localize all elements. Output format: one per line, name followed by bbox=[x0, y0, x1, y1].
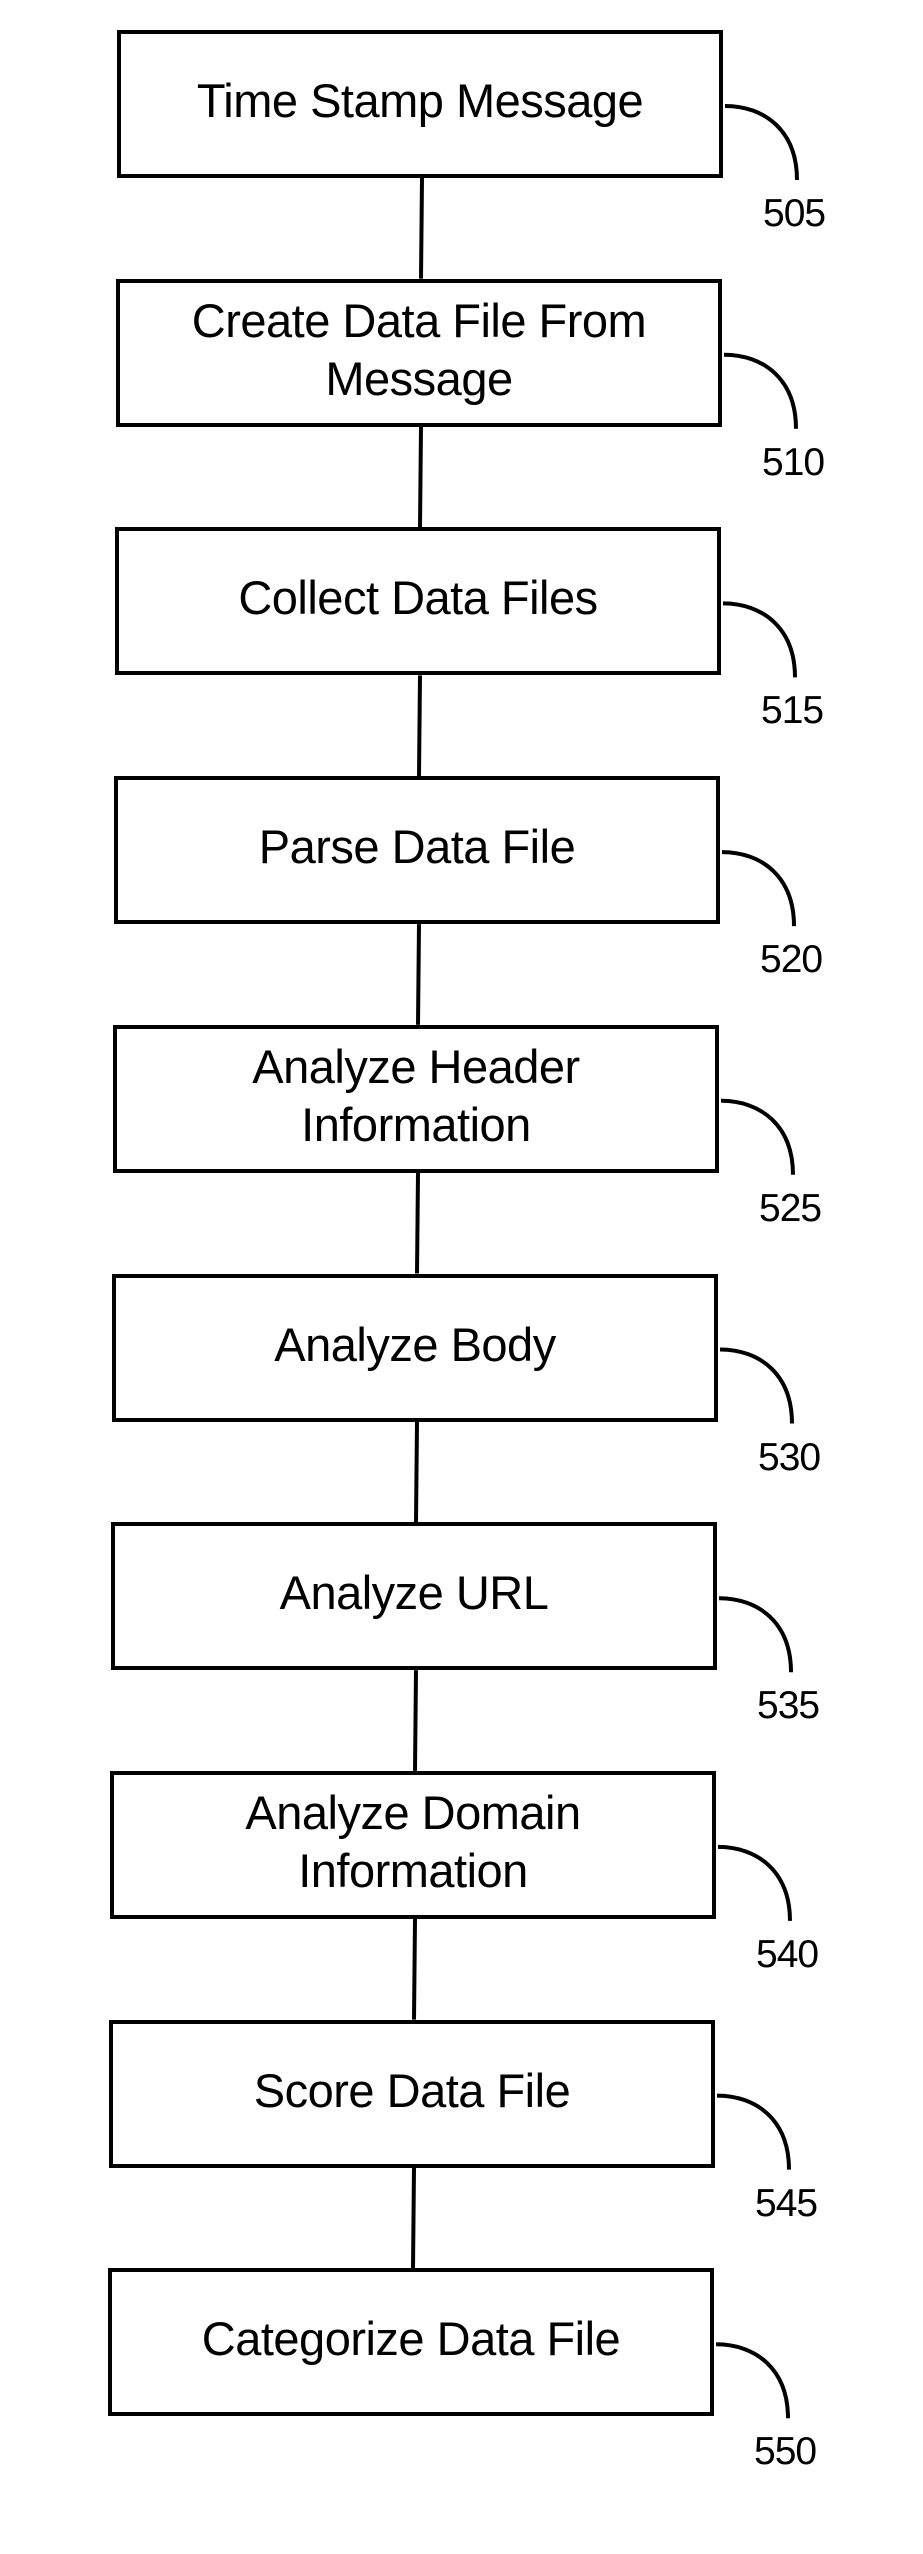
step-box-515: Collect Data Files bbox=[115, 527, 721, 676]
step-box-535: Analyze URL bbox=[111, 1522, 717, 1671]
step-label: Analyze Body bbox=[274, 1317, 556, 1371]
flow-connector bbox=[411, 2167, 416, 2269]
leader-line bbox=[717, 1844, 792, 1921]
leader-line bbox=[718, 1596, 793, 1673]
step-box-530: Analyze Body bbox=[112, 1273, 718, 1422]
reference-numeral: 520 bbox=[760, 938, 823, 982]
leader-line bbox=[716, 2093, 791, 2170]
step-box-510: Create Data File From Message bbox=[116, 278, 722, 427]
reference-numeral: 535 bbox=[757, 1684, 820, 1728]
flow-connector bbox=[413, 1670, 418, 1771]
reference-numeral: 530 bbox=[758, 1435, 821, 1479]
leader-line bbox=[719, 1347, 794, 1424]
reference-numeral: 515 bbox=[761, 689, 824, 733]
leader-line bbox=[720, 1098, 795, 1175]
step-box-505: Time Stamp Message bbox=[117, 30, 723, 178]
step-label: Categorize Data File bbox=[201, 2312, 621, 2366]
leader-line bbox=[715, 2342, 790, 2419]
step-box-540: Analyze Domain Information bbox=[110, 1770, 716, 1919]
flow-connector bbox=[415, 1172, 420, 1274]
reference-numeral: 545 bbox=[755, 2181, 818, 2225]
step-label: Parse Data File bbox=[258, 820, 576, 874]
reference-numeral: 505 bbox=[763, 192, 826, 235]
leader-line bbox=[723, 352, 798, 429]
step-label: Create Data File From Message bbox=[191, 293, 647, 405]
step-box-545: Score Data File bbox=[109, 2019, 715, 2168]
flow-connector bbox=[414, 1421, 419, 1523]
flow-connector bbox=[418, 426, 423, 528]
flowchart: Time Stamp Message 505 Create Data File Fr… bbox=[0, 0, 923, 2554]
step-label: Analyze Domain Information bbox=[245, 1785, 581, 1897]
leader-line bbox=[721, 850, 796, 927]
step-label: Analyze Header Information bbox=[252, 1039, 580, 1151]
step-label: Time Stamp Message bbox=[196, 74, 644, 127]
step-label: Score Data File bbox=[253, 2063, 571, 2117]
reference-numeral: 540 bbox=[756, 1932, 819, 1976]
step-box-550: Categorize Data File bbox=[108, 2268, 714, 2417]
flow-connector bbox=[412, 1918, 417, 2020]
step-label: Analyze URL bbox=[279, 1566, 549, 1620]
step-box-520: Parse Data File bbox=[114, 776, 720, 925]
step-box-525: Analyze Header Information bbox=[113, 1024, 719, 1173]
reference-numeral: 510 bbox=[762, 440, 825, 484]
reference-numeral: 550 bbox=[754, 2430, 817, 2474]
leader-line bbox=[724, 104, 799, 181]
step-label: Collect Data Files bbox=[238, 571, 598, 625]
leader-line bbox=[722, 601, 797, 678]
flow-connector bbox=[419, 177, 424, 279]
reference-numeral: 525 bbox=[759, 1186, 822, 1230]
flow-connector bbox=[417, 675, 422, 777]
flow-connector bbox=[416, 924, 421, 1025]
